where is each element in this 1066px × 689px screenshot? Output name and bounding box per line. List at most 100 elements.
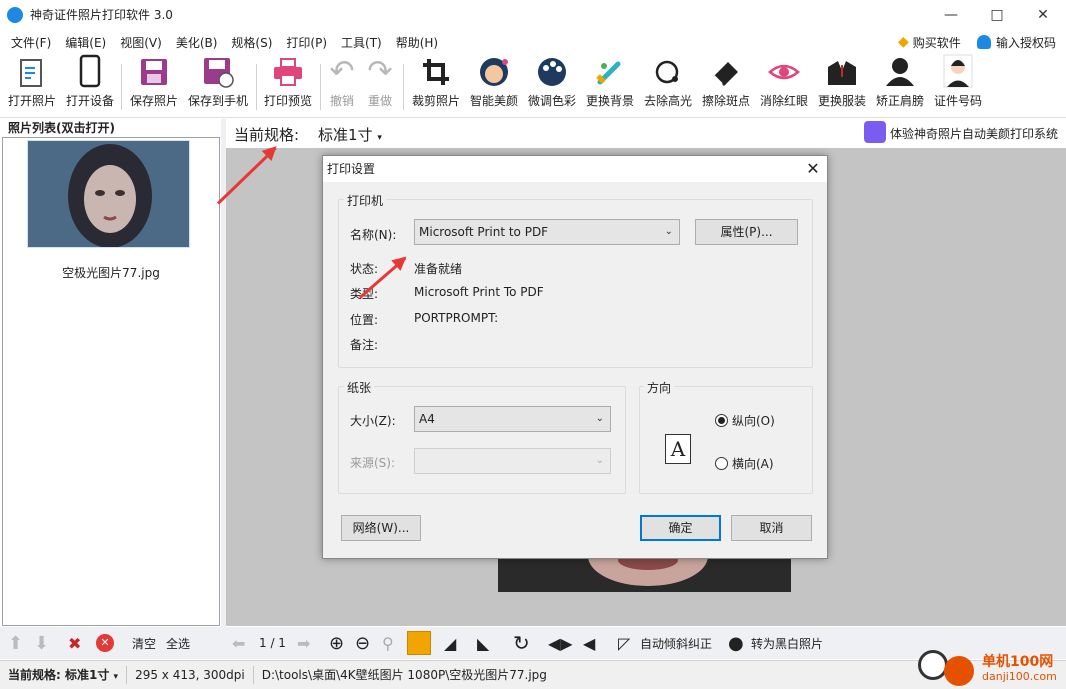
erase-spots-button[interactable]: 擦除斑点	[700, 56, 752, 116]
move-down-icon[interactable]: ⬇	[34, 627, 49, 659]
menu-print[interactable]: 打印(P)	[279, 34, 334, 51]
crop-photo-button[interactable]: 裁剪照片	[410, 56, 462, 116]
print-settings-dialog: 打印设置 ✕ 打印机 名称(N): Microsoft Print to PDF…	[322, 155, 828, 559]
promo-printer-icon	[864, 121, 886, 143]
menu-view[interactable]: 视图(V)	[113, 34, 169, 51]
watermark-logo-icon	[918, 650, 948, 680]
maximize-button[interactable]: □	[974, 0, 1020, 29]
minimize-button[interactable]: —	[928, 0, 974, 29]
cancel-button[interactable]: 取消	[731, 515, 812, 541]
print-preview-button[interactable]: 打印预览	[262, 56, 314, 116]
paper-size-select[interactable]: A4 ⌄	[414, 406, 611, 432]
menu-edit[interactable]: 编辑(E)	[58, 34, 113, 51]
diamond-icon: ◆	[898, 34, 909, 50]
status-bar: 当前规格: 标准1寸 ▾ 295 x 413, 300dpi D:\tools\…	[0, 660, 1066, 689]
printer-group-label: 打印机	[344, 192, 387, 209]
save-to-phone-button[interactable]: 保存到手机	[186, 56, 250, 116]
flip-horizontal-icon[interactable]: ◀▶	[548, 627, 573, 659]
enter-license-link[interactable]: 输入授权码	[977, 29, 1056, 55]
preview-photo	[498, 556, 791, 592]
to-bw-button[interactable]: 转为黑白照片	[751, 627, 823, 659]
refresh-icon[interactable]: ↻	[513, 627, 530, 659]
prev-page-icon[interactable]: ⬅	[232, 627, 245, 659]
buy-software-link[interactable]: ◆ 购买软件	[898, 29, 961, 55]
zoom-out-icon[interactable]: ⊖	[355, 627, 370, 659]
paper-group-label: 纸张	[344, 379, 375, 396]
save-photo-button[interactable]: 保存照片	[128, 56, 180, 116]
menu-file[interactable]: 文件(F)	[4, 34, 58, 51]
auto-deskew-button[interactable]: 自动倾斜纠正	[640, 627, 712, 659]
paper-size-label: 大小(Z):	[350, 414, 396, 428]
portrait-page-icon: A	[665, 434, 691, 464]
zoom-in-icon[interactable]: ⊕	[329, 627, 344, 659]
clear-button[interactable]: 清空	[132, 627, 156, 659]
spec-dropdown[interactable]: 标准1寸 ▾	[318, 124, 382, 145]
undo-icon: ↶	[329, 53, 355, 89]
eye-icon	[767, 56, 801, 88]
rotate-right-icon[interactable]: ◣	[477, 627, 489, 659]
remove-icon[interactable]: ✕	[96, 627, 114, 659]
photo-thumbnail[interactable]	[27, 140, 190, 248]
crop-icon	[419, 56, 453, 88]
paper-group	[338, 386, 626, 494]
next-page-icon[interactable]: ➡	[297, 627, 310, 659]
chevron-down-icon: ⌄	[664, 226, 673, 237]
change-clothes-button[interactable]: 更换服装	[816, 56, 868, 116]
adjust-color-button[interactable]: 微调色彩	[526, 56, 578, 116]
properties-button[interactable]: 属性(P)...	[695, 219, 798, 245]
id-photo-icon	[941, 54, 975, 88]
radio-dot	[715, 457, 728, 470]
highlight-icon	[651, 56, 685, 88]
flip-vertical-icon[interactable]: ◀	[583, 627, 595, 659]
eraser-icon	[709, 56, 743, 88]
watermark-site: 单机100网	[982, 654, 1054, 670]
page-indicator: 1 / 1	[259, 636, 286, 650]
paper-source-select[interactable]: ⌄	[414, 448, 611, 474]
id-number-button[interactable]: 证件号码	[932, 54, 984, 116]
landscape-radio[interactable]: 横向(A)	[715, 455, 774, 472]
smart-beauty-button[interactable]: 智能美颜	[468, 56, 520, 116]
bw-user-icon[interactable]: ●	[728, 627, 744, 659]
spec-label: 当前规格:	[234, 126, 300, 144]
rotate-left-icon[interactable]: ◢	[444, 627, 456, 659]
comment-label: 备注:	[350, 338, 379, 352]
change-background-button[interactable]: 更换背景	[584, 56, 636, 116]
radio-dot	[715, 414, 728, 427]
fit-window-icon[interactable]	[407, 627, 431, 659]
open-photo-button[interactable]: 打开照片	[6, 56, 58, 116]
network-button[interactable]: 网络(W)...	[341, 515, 421, 541]
printer-name-select[interactable]: Microsoft Print to PDF ⌄	[414, 219, 680, 245]
watermark-logo-orange-icon	[944, 656, 974, 686]
redo-button[interactable]: ↷ 重做	[364, 54, 396, 116]
promo-link[interactable]: 体验神奇照片自动美颜打印系统	[890, 125, 1058, 142]
printer-name-label: 名称(N):	[350, 228, 397, 242]
zoom-fit-icon[interactable]: ⚲	[382, 627, 394, 659]
menu-help[interactable]: 帮助(H)	[389, 34, 445, 51]
photo-filename: 空极光图片77.jpg	[62, 266, 160, 280]
fix-shoulder-button[interactable]: 矫正肩膀	[874, 56, 926, 116]
palette-icon	[535, 56, 569, 88]
deskew-icon[interactable]: ◸	[618, 627, 630, 659]
open-device-button[interactable]: 打开设备	[64, 54, 116, 116]
menu-tools[interactable]: 工具(T)	[334, 34, 389, 51]
move-up-icon[interactable]: ⬆	[8, 627, 23, 659]
orientation-group-label: 方向	[644, 379, 675, 396]
chevron-down-icon: ▾	[113, 672, 119, 682]
ok-button[interactable]: 确定	[640, 515, 721, 541]
close-button[interactable]: ✕	[1020, 0, 1066, 29]
status-spec[interactable]: 当前规格: 标准1寸 ▾	[0, 666, 128, 684]
remove-redeye-button[interactable]: 消除红眼	[758, 56, 810, 116]
toolbar-separator	[121, 64, 122, 110]
menu-beautify[interactable]: 美化(B)	[169, 34, 225, 51]
delete-file-icon[interactable]: ✖	[68, 627, 81, 659]
select-all-button[interactable]: 全选	[166, 627, 190, 659]
open-photo-icon	[15, 56, 49, 88]
portrait-radio[interactable]: 纵向(O)	[715, 412, 775, 429]
undo-button[interactable]: ↶ 撤销	[326, 53, 358, 116]
dialog-close-button[interactable]: ✕	[799, 156, 827, 182]
menu-spec[interactable]: 规格(S)	[224, 34, 279, 51]
user-icon	[977, 35, 991, 49]
toolbar-separator	[320, 64, 321, 110]
remove-highlight-button[interactable]: 去除高光	[642, 56, 694, 116]
save-icon	[137, 56, 171, 88]
